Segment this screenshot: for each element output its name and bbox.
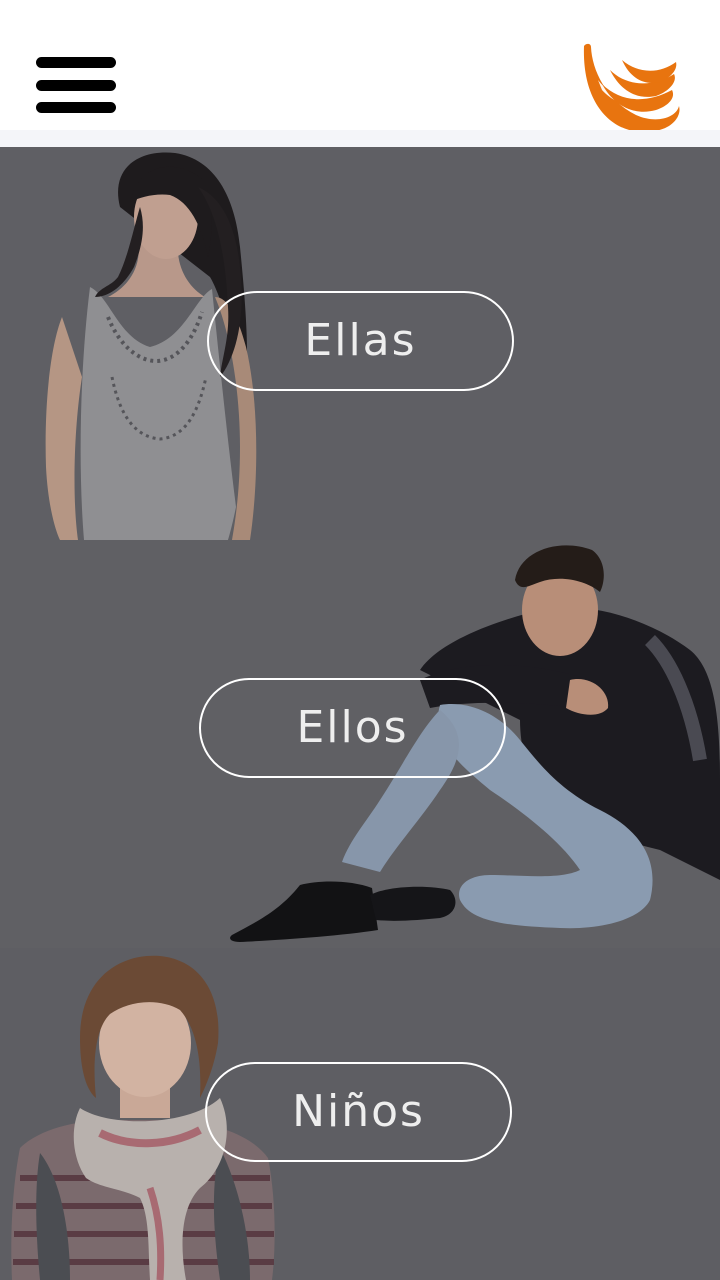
menu-bar-middle — [36, 80, 116, 91]
category-section-ellos: Ellos — [0, 540, 720, 948]
ellos-button[interactable]: Ellos — [199, 678, 506, 778]
category-section-ellas: Ellas — [0, 147, 720, 540]
ellas-button[interactable]: Ellas — [207, 291, 514, 391]
menu-bar-bottom — [36, 102, 116, 113]
header-divider — [0, 130, 720, 147]
banana-logo-icon[interactable] — [576, 40, 686, 134]
menu-bar-top — [36, 57, 116, 68]
app-header — [0, 0, 720, 133]
ninos-button[interactable]: Niños — [205, 1062, 512, 1162]
hamburger-menu-button[interactable] — [30, 50, 122, 122]
category-section-ninos: Niños — [0, 948, 720, 1280]
